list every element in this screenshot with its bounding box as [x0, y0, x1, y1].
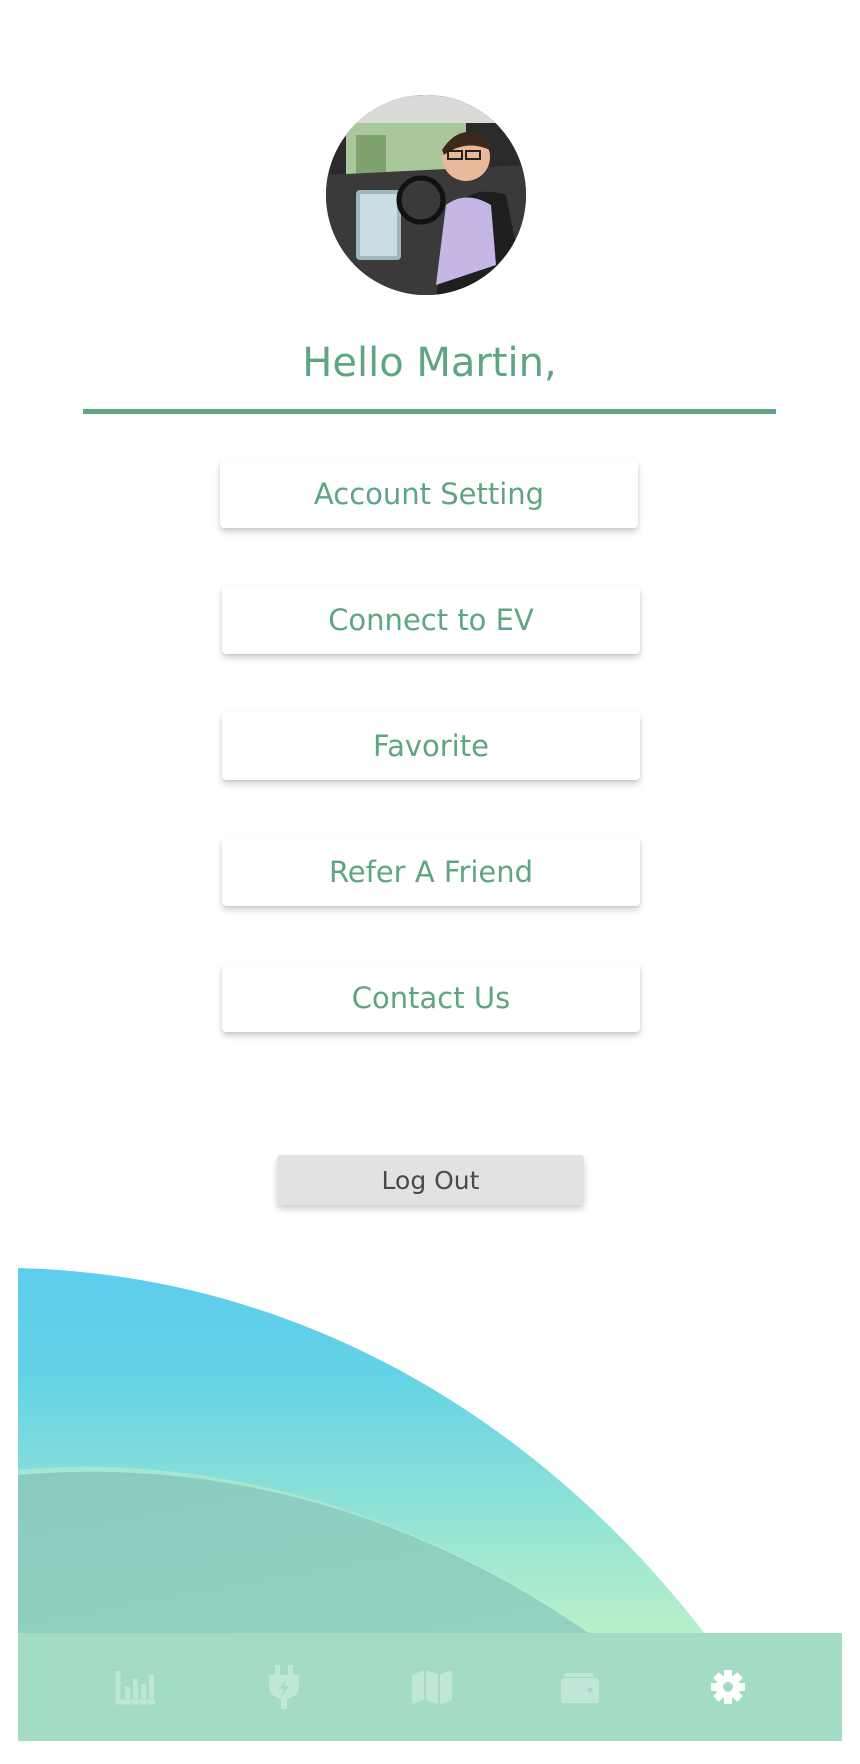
gear-icon — [711, 1670, 745, 1704]
greeting-divider — [83, 409, 776, 414]
nav-map[interactable] — [402, 1633, 462, 1741]
bar-chart-icon — [115, 1671, 155, 1705]
nav-stats[interactable] — [106, 1633, 166, 1741]
avatar[interactable] — [326, 95, 526, 295]
nav-charging[interactable] — [254, 1633, 314, 1741]
ev-plug-icon — [269, 1665, 299, 1709]
account-setting-button[interactable]: Account Setting — [220, 460, 638, 528]
map-icon — [412, 1670, 452, 1704]
bottom-nav — [18, 1633, 842, 1741]
nav-wallet[interactable] — [550, 1633, 610, 1741]
contact-us-button[interactable]: Contact Us — [222, 964, 640, 1032]
wallet-icon — [561, 1673, 599, 1703]
log-out-button[interactable]: Log Out — [277, 1155, 584, 1205]
settings-screen: Hello Martin, Account Setting Connect to… — [0, 0, 860, 1764]
refer-a-friend-button[interactable]: Refer A Friend — [222, 838, 640, 906]
avatar-photo — [326, 95, 526, 295]
greeting-heading: Hello Martin, — [302, 340, 557, 386]
nav-settings[interactable] — [698, 1633, 758, 1741]
favorite-button[interactable]: Favorite — [222, 712, 640, 780]
connect-to-ev-button[interactable]: Connect to EV — [222, 586, 640, 654]
